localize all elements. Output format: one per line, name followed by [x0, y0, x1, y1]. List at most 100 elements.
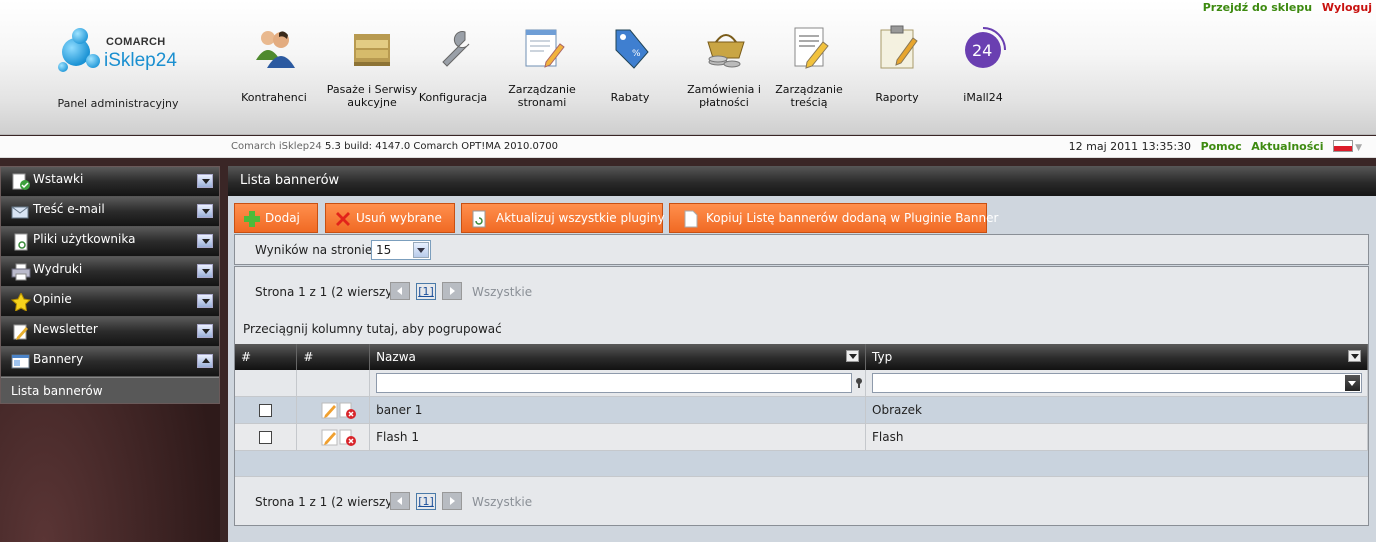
- nav-label: Raporty: [875, 91, 919, 104]
- sidebar-menu: Wstawki Treść e-mail Pliki użytkownika W…: [0, 166, 220, 404]
- nav-label: Zarządzanie stronami: [508, 83, 576, 109]
- document-icon: [684, 210, 698, 228]
- refresh-file-icon: [472, 210, 486, 228]
- column-header-type[interactable]: Typ: [865, 344, 1368, 370]
- nav-zarzadzanie-trescia[interactable]: Zarządzanie treścią: [761, 22, 857, 118]
- name-filter-input[interactable]: [376, 372, 853, 393]
- prev-page-button[interactable]: [390, 492, 410, 510]
- sidebar-item-wydruki[interactable]: Wydruki: [1, 257, 219, 287]
- column-header-label: Typ: [872, 350, 893, 364]
- top-links: Przejdź do sklepu Wyloguj: [1197, 1, 1372, 14]
- version-info: Comarch iSklep24 5.3 build: 4147.0 Comar…: [231, 141, 558, 152]
- type-cell: Obrazek: [865, 396, 1368, 424]
- comarch-isklep24-logo[interactable]: COMARCH iSklep24: [58, 26, 188, 86]
- star-icon: [11, 293, 31, 311]
- table-footer-row: [235, 450, 1368, 477]
- group-by-hint[interactable]: Przeciągnij kolumny tutaj, aby pogrupowa…: [243, 322, 502, 336]
- svg-text:%: %: [632, 49, 641, 59]
- imall24-icon: 24: [965, 27, 1006, 68]
- expand-button[interactable]: [197, 234, 213, 248]
- update-plugins-button[interactable]: Aktualizuj wszystkie pluginy: [461, 203, 665, 233]
- chevron-down-icon[interactable]: [413, 242, 429, 258]
- row-checkbox[interactable]: [259, 430, 272, 444]
- column-menu-icon[interactable]: [1348, 350, 1361, 362]
- panel-label: Panel administracyjny: [57, 97, 179, 110]
- version-app: Comarch iSklep24: [231, 141, 322, 152]
- table-header-row: # # Nazwa Typ: [235, 344, 1368, 370]
- pager-text: Strona 1 z 1 (2 wierszy): [255, 285, 398, 299]
- current-page-link[interactable]: [1]: [416, 283, 436, 300]
- language-dropdown-icon[interactable]: ▼: [1355, 143, 1362, 153]
- column-header-label: Nazwa: [376, 350, 416, 364]
- nav-label: Kontrahenci: [241, 91, 307, 104]
- folders-icon: [354, 34, 390, 66]
- document-edit-icon: [794, 27, 829, 69]
- per-page-label: Wyników na stronie:: [255, 243, 377, 257]
- type-filter-select[interactable]: [872, 372, 1362, 393]
- column-header-name[interactable]: Nazwa: [369, 344, 866, 370]
- next-page-button[interactable]: [442, 492, 462, 510]
- update-label: Aktualizuj wszystkie pluginy: [496, 211, 665, 225]
- delete-icon[interactable]: [339, 402, 357, 420]
- expand-button[interactable]: [197, 204, 213, 218]
- per-page-select[interactable]: 15: [371, 240, 431, 260]
- filter-icon[interactable]: [855, 378, 863, 389]
- nav-kontrahenci[interactable]: Kontrahenci: [226, 22, 322, 118]
- prev-page-button[interactable]: [390, 282, 410, 300]
- current-page-link[interactable]: [1]: [416, 493, 436, 510]
- nav-label: Zarządzanie treścią: [775, 83, 843, 109]
- edit-icon[interactable]: [321, 402, 339, 419]
- nav-zamowienia[interactable]: Zamówienia i płatności: [676, 22, 772, 118]
- sidebar-item-label: Newsletter: [33, 322, 98, 336]
- copy-banner-list-button[interactable]: Kopiuj Listę bannerów dodaną w Pluginie …: [669, 203, 998, 233]
- expand-button[interactable]: [197, 294, 213, 308]
- show-all-link[interactable]: Wszystkie: [472, 285, 532, 299]
- news-link[interactable]: Aktualności: [1251, 140, 1323, 153]
- expand-button[interactable]: [197, 264, 213, 278]
- envelope-icon: [11, 206, 29, 219]
- chevron-down-icon[interactable]: [1345, 374, 1360, 391]
- sidebar-subitem-lista-bannerow[interactable]: Lista bannerów: [1, 377, 219, 403]
- column-header-actions: #: [296, 344, 371, 370]
- nav-imall24[interactable]: 24 iMall24: [935, 22, 1031, 118]
- sidebar-item-newsletter[interactable]: Newsletter: [1, 317, 219, 347]
- table-row[interactable]: baner 1 Obrazek: [235, 396, 1368, 424]
- expand-button[interactable]: [197, 174, 213, 188]
- add-label: Dodaj: [265, 211, 300, 225]
- delete-selected-button[interactable]: Usuń wybrane: [325, 203, 455, 233]
- sidebar-item-tresc-email[interactable]: Treść e-mail: [1, 197, 219, 227]
- sidebar-item-label: Bannery: [33, 352, 84, 366]
- sidebar-item-pliki[interactable]: Pliki użytkownika: [1, 227, 219, 257]
- logout-link[interactable]: Wyloguj: [1322, 1, 1372, 14]
- sidebar-item-label: Wstawki: [33, 172, 84, 186]
- next-page-button[interactable]: [442, 282, 462, 300]
- sidebar-item-opinie[interactable]: Opinie: [1, 287, 219, 317]
- sidebar-item-label: Wydruki: [33, 262, 83, 276]
- main-content: Lista bannerów Dodaj Usuń wybrane Aktual…: [228, 166, 1376, 542]
- actions-cell: [296, 423, 371, 451]
- nav-zarzadzanie-stronami[interactable]: Zarządzanie stronami: [494, 22, 590, 118]
- delete-icon[interactable]: [339, 429, 357, 447]
- show-all-link[interactable]: Wszystkie: [472, 495, 532, 509]
- nav-konfiguracja[interactable]: Konfiguracja: [405, 22, 501, 118]
- name-cell: Flash 1: [369, 423, 866, 451]
- table-row[interactable]: Flash 1 Flash: [235, 423, 1368, 451]
- column-menu-icon[interactable]: [846, 350, 859, 362]
- nav-label: Zamówienia i płatności: [687, 83, 761, 109]
- nav-raporty[interactable]: Raporty: [849, 22, 945, 118]
- collapse-button[interactable]: [197, 354, 213, 368]
- sidebar-item-wstawki[interactable]: Wstawki: [1, 167, 219, 197]
- nav-rabaty[interactable]: % Rabaty: [582, 22, 678, 118]
- polish-flag-icon[interactable]: [1333, 140, 1354, 152]
- edit-icon[interactable]: [321, 429, 339, 446]
- row-checkbox[interactable]: [259, 403, 272, 417]
- add-button[interactable]: Dodaj: [234, 203, 318, 233]
- sidebar-item-label: Opinie: [33, 292, 72, 306]
- logo-product: iSklep24: [104, 50, 177, 71]
- help-link[interactable]: Pomoc: [1201, 140, 1242, 153]
- expand-button[interactable]: [197, 324, 213, 338]
- go-to-shop-link[interactable]: Przejdź do sklepu: [1203, 1, 1312, 14]
- sidebar-item-bannery[interactable]: Bannery: [1, 347, 219, 377]
- actions-cell: [296, 396, 371, 424]
- page-title: Lista bannerów: [228, 166, 1376, 196]
